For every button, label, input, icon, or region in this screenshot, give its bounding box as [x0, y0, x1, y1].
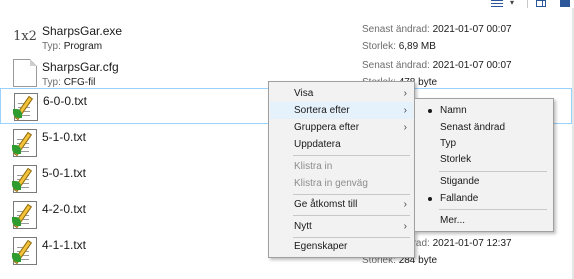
radio-dot-icon — [428, 197, 432, 201]
chevron-right-icon: › — [403, 122, 407, 133]
chevron-right-icon: › — [403, 199, 407, 210]
sort-option-typ[interactable]: Typ — [416, 135, 552, 152]
file-name: SharpsGar.cfg — [42, 60, 119, 74]
view-options-icon[interactable] — [491, 0, 503, 7]
modified-label: Senast ändrad: — [362, 24, 430, 35]
context-menu: Visa › Sortera efter › Gruppera efter › Upp… — [268, 81, 415, 258]
file-type-value: CFG-fil — [63, 77, 96, 88]
file-modified-value: 2021-01-07 00:07 — [432, 60, 512, 71]
menu-item-label: Uppdatera — [294, 139, 341, 150]
cfg-file-icon — [13, 59, 37, 87]
menu-separator — [293, 155, 410, 156]
menu-separator — [439, 209, 547, 210]
file-size-value: 6,89 MB — [398, 41, 436, 52]
menu-item-label: Namn — [440, 105, 467, 116]
file-row[interactable]: 1x2 SharpsGar.exe Typ: Program Senast än… — [0, 19, 572, 55]
sort-submenu: Namn Senast ändrad Typ Storlek Stigande … — [414, 98, 554, 232]
file-name: 4-1-1.txt — [42, 238, 87, 252]
menu-item-label: Stigande — [440, 176, 480, 187]
file-name: 5-0-1.txt — [42, 166, 87, 180]
preview-pane-icon[interactable] — [560, 0, 570, 7]
menu-item-klistra-in-genvag: Klistra in genväg — [270, 175, 413, 192]
chevron-right-icon: › — [403, 88, 407, 99]
menu-item-label: Ge åtkomst till — [294, 199, 358, 210]
file-name: 5-1-0.txt — [42, 130, 87, 144]
menu-item-label: Mer... — [440, 215, 466, 226]
menu-item-label: Gruppera efter — [294, 122, 360, 133]
type-label: Typ: — [42, 41, 61, 52]
radio-dot-icon — [428, 109, 432, 113]
file-modified: Senast ändrad: 2021-01-07 00:07 — [362, 24, 512, 35]
menu-item-visa[interactable]: Visa › — [270, 85, 413, 102]
file-type: Typ: Program — [42, 41, 102, 52]
menu-item-klistra-in: Klistra in — [270, 158, 413, 175]
menu-separator — [293, 215, 410, 216]
menu-item-label: Klistra in genväg — [294, 178, 368, 189]
text-file-icon — [12, 165, 37, 193]
file-modified-value: 2021-01-07 00:07 — [432, 24, 512, 35]
text-file-icon — [13, 93, 38, 121]
menu-separator — [439, 171, 547, 172]
file-name: SharpsGar.exe — [42, 24, 123, 38]
text-file-icon — [12, 129, 37, 157]
chevron-right-icon: › — [403, 105, 407, 116]
menu-item-label: Typ — [440, 138, 457, 149]
file-name: 6-0-0.txt — [43, 94, 88, 108]
menu-separator — [293, 194, 410, 195]
chevron-right-icon: › — [403, 221, 407, 232]
exe-icon: 1x2 — [13, 29, 37, 44]
menu-item-label: Senast ändrad — [440, 122, 506, 133]
sort-order-fallande[interactable]: Fallande — [416, 190, 552, 207]
sort-option-mer[interactable]: Mer... — [416, 212, 552, 229]
menu-item-uppdatera[interactable]: Uppdatera — [270, 136, 413, 153]
sort-option-senast-andrad[interactable]: Senast ändrad — [416, 119, 552, 136]
sort-order-stigande[interactable]: Stigande — [416, 173, 552, 190]
menu-item-label: Klistra in — [294, 161, 333, 172]
text-file-icon — [12, 237, 37, 265]
file-name: 4-2-0.txt — [42, 202, 87, 216]
menu-item-label: Sortera efter — [294, 105, 350, 116]
menu-item-label: Storlek — [440, 154, 472, 165]
file-size: Storlek: 6,89 MB — [362, 41, 436, 52]
menu-item-ge-atkomst-till[interactable]: Ge åtkomst till › — [270, 196, 413, 213]
text-file-icon — [12, 201, 37, 229]
modified-label: Senast ändrad: — [362, 60, 430, 71]
view-toolbar: ▾ — [0, 0, 574, 8]
toolbar-divider — [527, 0, 528, 8]
sort-option-namn[interactable]: Namn — [416, 102, 552, 119]
menu-item-nytt[interactable]: Nytt › — [270, 218, 413, 235]
chevron-down-icon[interactable]: ▾ — [510, 0, 517, 7]
details-pane-icon[interactable] — [536, 0, 546, 7]
menu-item-sortera-efter[interactable]: Sortera efter › — [270, 102, 413, 119]
menu-item-label: Visa — [294, 88, 314, 99]
menu-item-egenskaper[interactable]: Egenskaper — [270, 238, 413, 255]
file-modified: Senast ändrad: 2021-01-07 00:07 — [362, 60, 512, 71]
file-modified-value: 2021-01-07 12:37 — [432, 238, 512, 249]
menu-item-label: Nytt — [294, 221, 312, 232]
file-type-value: Program — [63, 41, 103, 52]
menu-item-label: Fallande — [440, 193, 479, 204]
type-label: Typ: — [42, 77, 61, 88]
menu-item-label: Egenskaper — [294, 241, 348, 252]
file-type: Typ: CFG-fil — [42, 77, 95, 88]
size-label: Storlek: — [362, 41, 396, 52]
sort-option-storlek[interactable]: Storlek — [416, 151, 552, 168]
menu-item-gruppera-efter[interactable]: Gruppera efter › — [270, 119, 413, 136]
